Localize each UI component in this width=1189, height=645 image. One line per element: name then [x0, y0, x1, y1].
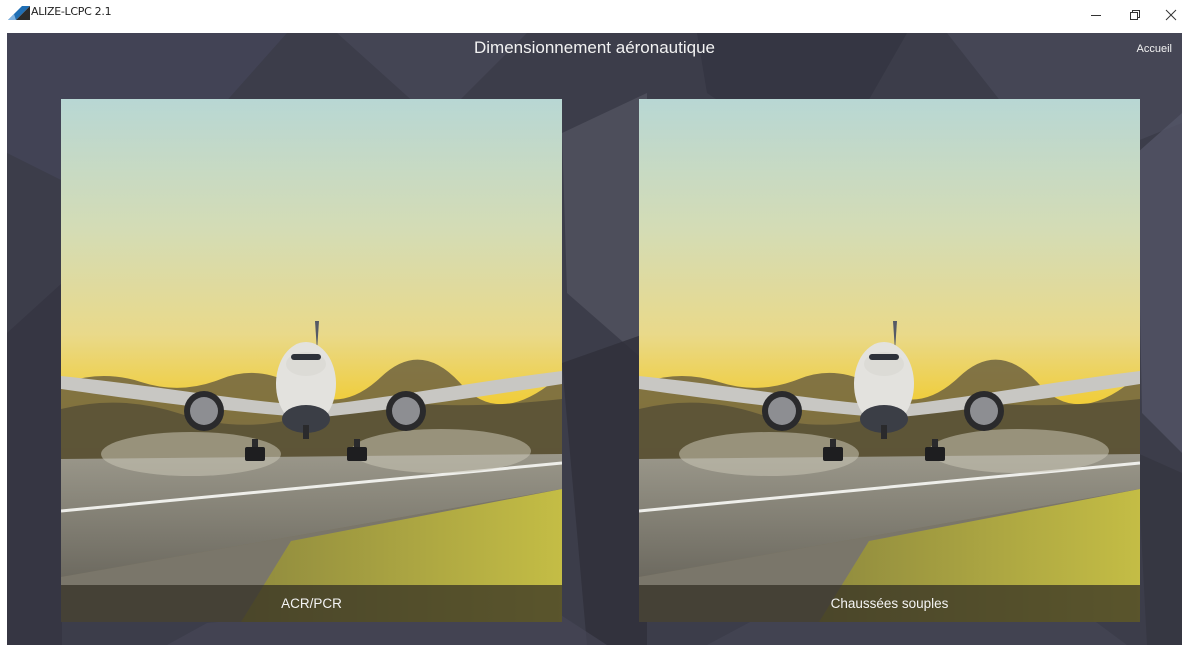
card-acr-pcr[interactable]: ACR/PCR	[61, 99, 562, 622]
window-titlebar: ALIZE-LCPC 2.1	[0, 0, 1189, 33]
card-label: ACR/PCR	[61, 585, 562, 622]
app-logo-icon	[8, 6, 30, 20]
airplane-landing-image	[639, 99, 1140, 622]
minimize-button[interactable]	[1078, 0, 1114, 30]
main-content: Dimensionnement aéronautique Accueil ACR…	[7, 33, 1182, 645]
maximize-button[interactable]	[1117, 0, 1153, 30]
card-chaussees-souples[interactable]: Chaussées souples	[639, 99, 1140, 622]
close-icon	[1165, 9, 1177, 21]
restore-icon	[1130, 10, 1140, 20]
home-link[interactable]: Accueil	[1137, 43, 1172, 55]
close-button[interactable]	[1153, 0, 1189, 30]
app-title: ALIZE-LCPC 2.1	[31, 5, 112, 18]
airplane-landing-image	[61, 99, 562, 622]
page-title: Dimensionnement aéronautique	[474, 38, 715, 57]
card-label: Chaussées souples	[639, 585, 1140, 622]
minimize-icon	[1091, 15, 1101, 16]
